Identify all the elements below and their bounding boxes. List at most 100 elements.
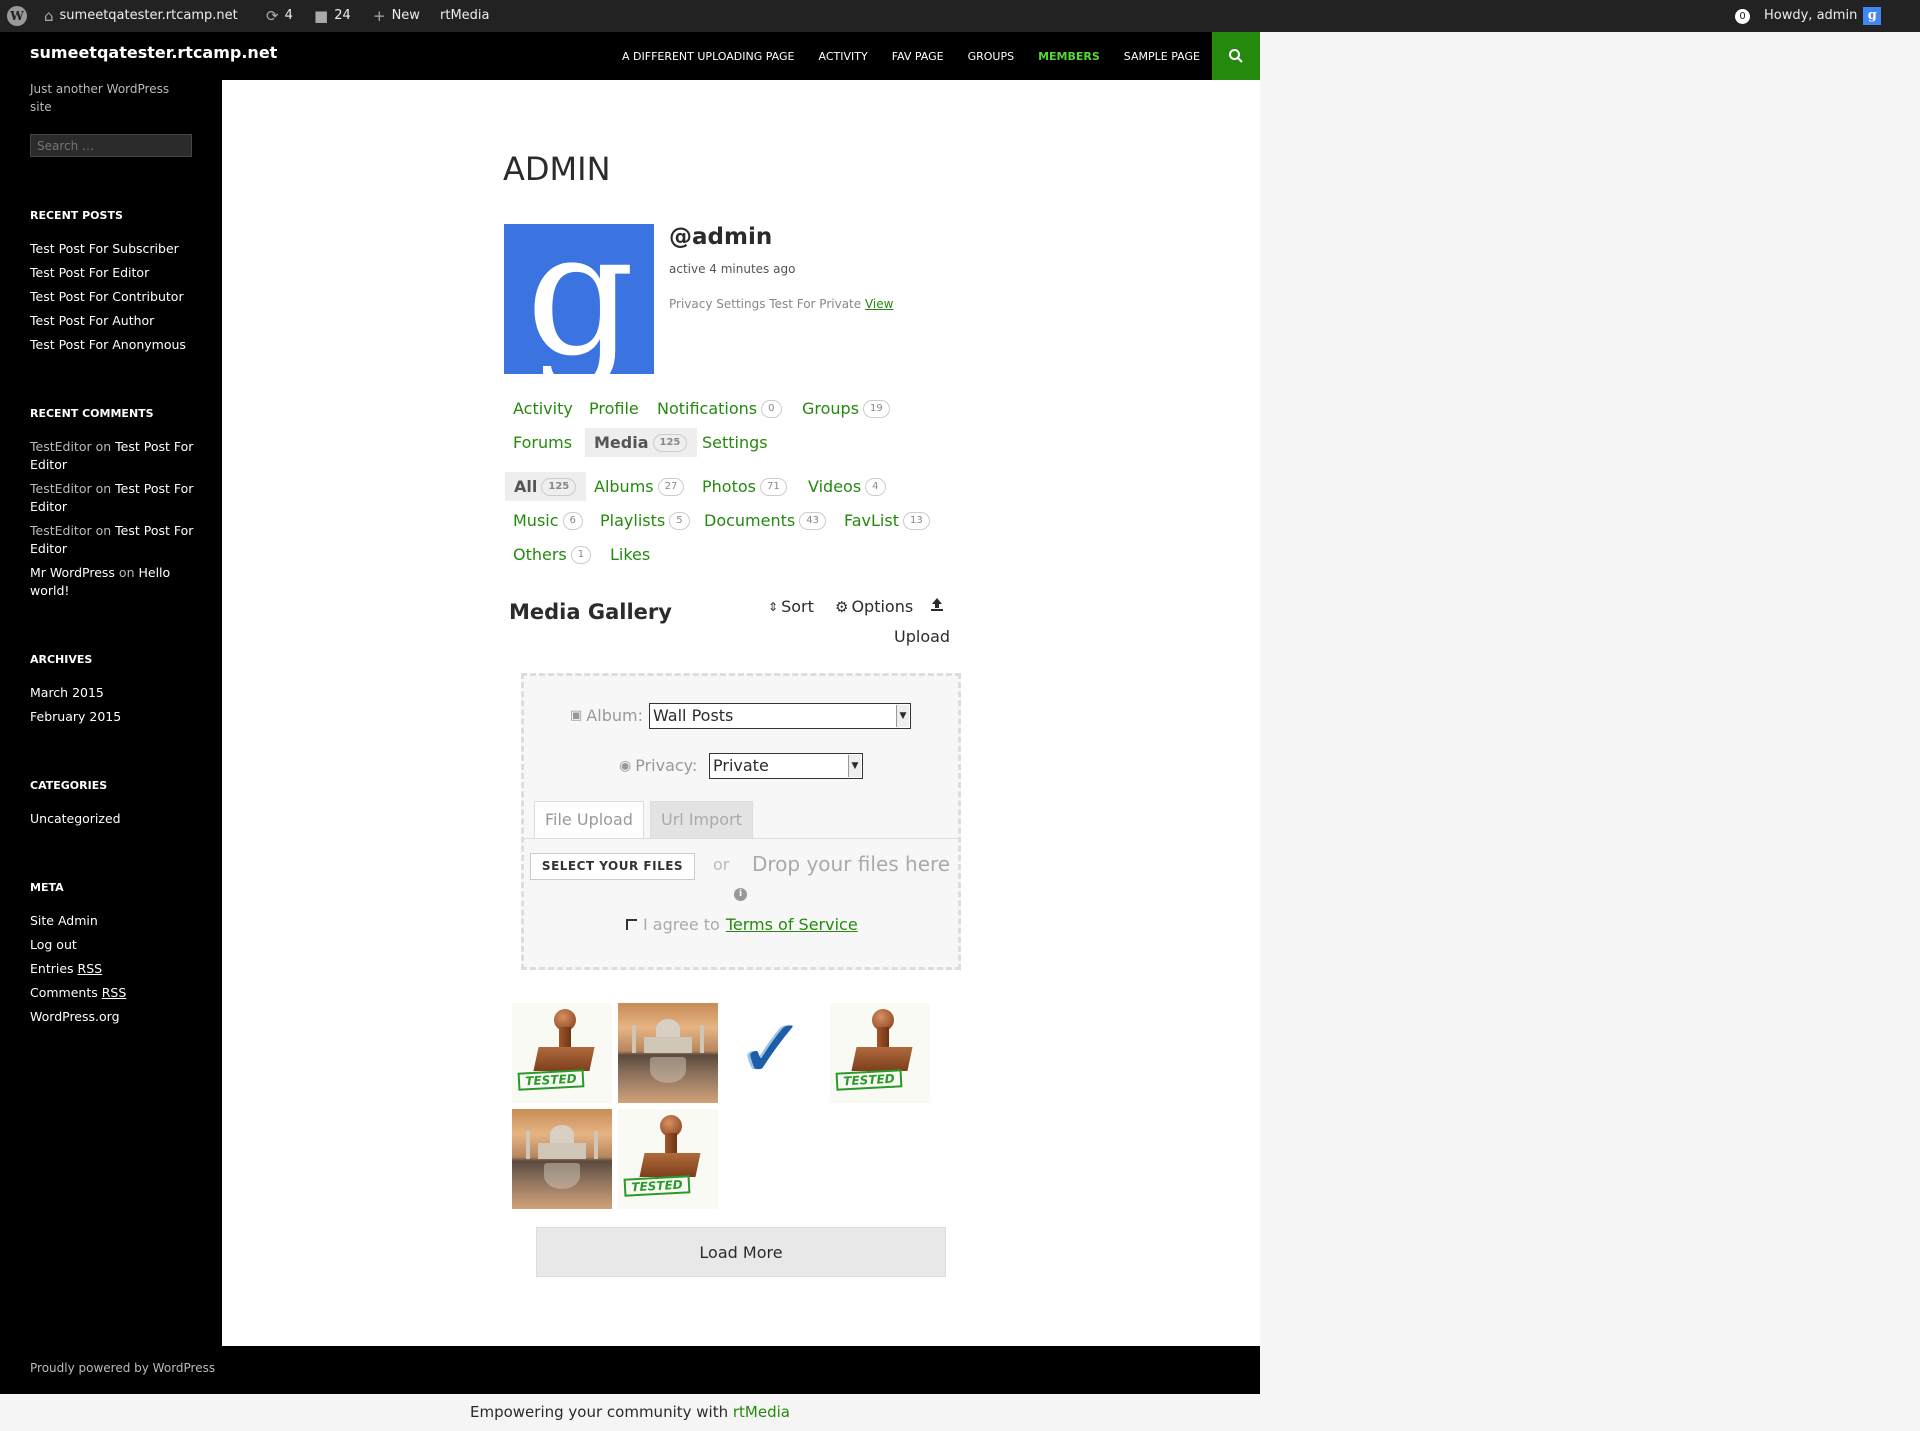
subtab-photos[interactable]: Photos 71 xyxy=(702,477,787,496)
media-thumbnail[interactable]: TESTED xyxy=(512,1003,612,1103)
adminbar-account[interactable]: Howdy, admin g xyxy=(1764,0,1882,32)
wordpress-logo-icon[interactable] xyxy=(7,0,27,32)
subtab-documents[interactable]: Documents 43 xyxy=(704,511,826,530)
tab-file-upload[interactable]: File Upload xyxy=(534,801,644,839)
wordpress-org-link[interactable]: WordPress.org xyxy=(30,1008,195,1026)
adminbar-notifications[interactable]: 0 xyxy=(1735,0,1750,32)
checkmark-icon: ✓ xyxy=(738,1003,807,1097)
album-label: ▣ Album: xyxy=(570,706,643,725)
count-badge: 125 xyxy=(652,433,688,452)
album-select[interactable]: Wall Posts ▼ xyxy=(649,703,911,729)
tab-url-import[interactable]: Url Import xyxy=(650,801,753,839)
nav-item-sample-page[interactable]: SAMPLE PAGE xyxy=(1124,50,1200,63)
drop-zone-text[interactable]: Drop your files here xyxy=(752,852,950,876)
comment-author[interactable]: TestEditor xyxy=(30,439,92,454)
nav-item-members[interactable]: MEMBERS xyxy=(1038,50,1100,63)
powered-by-link[interactable]: Proudly powered by WordPress xyxy=(30,1361,215,1375)
adminbar-rtmedia[interactable]: rtMedia xyxy=(440,0,490,32)
media-thumbnail[interactable]: TESTED xyxy=(618,1109,718,1209)
profile-handle: @admin xyxy=(669,224,773,250)
nav-item-fav-page[interactable]: FAV PAGE xyxy=(892,50,944,63)
count-badge: 13 xyxy=(902,511,930,530)
count-badge: 125 xyxy=(541,477,577,496)
adminbar-comments[interactable]: ■ 24 xyxy=(314,0,351,32)
tab-activity[interactable]: Activity xyxy=(513,399,573,418)
subtab-music[interactable]: Music 6 xyxy=(513,511,583,530)
subtab-videos[interactable]: Videos 4 xyxy=(808,477,886,496)
tab-forums[interactable]: Forums xyxy=(513,433,572,452)
terms-checkbox[interactable] xyxy=(626,919,637,930)
privacy-view-link[interactable]: View xyxy=(865,297,893,311)
log-out-link[interactable]: Log out xyxy=(30,936,195,954)
tested-label: TESTED xyxy=(517,1069,585,1091)
site-title[interactable]: sumeetqatester.rtcamp.net xyxy=(30,43,277,62)
tested-label: TESTED xyxy=(835,1069,903,1091)
categories-title: CATEGORIES xyxy=(30,779,108,792)
recent-comment: Mr WordPress on Hello world! xyxy=(30,565,171,598)
comment-author[interactable]: TestEditor xyxy=(30,481,92,496)
select-files-button[interactable]: SELECT YOUR FILES xyxy=(530,853,695,880)
recent-post-link[interactable]: Test Post For Subscriber xyxy=(30,240,195,258)
adminbar-updates[interactable]: ⟳ 4 xyxy=(266,0,293,32)
search-toggle-button[interactable] xyxy=(1212,32,1260,80)
tab-media[interactable]: Media 125 xyxy=(585,428,698,457)
subtab-others[interactable]: Others 1 xyxy=(513,545,592,564)
rtmedia-link[interactable]: rtMedia xyxy=(733,1403,790,1421)
options-button[interactable]: ⚙ Options xyxy=(835,597,913,616)
upload-button[interactable]: Upload xyxy=(894,627,950,646)
tab-notifications[interactable]: Notifications 0 xyxy=(657,399,782,418)
subtab-likes[interactable]: Likes xyxy=(610,545,650,564)
site-admin-link[interactable]: Site Admin xyxy=(30,912,195,930)
archive-link[interactable]: February 2015 xyxy=(30,708,195,726)
rtmedia-credit: Empowering your community with rtMedia xyxy=(470,1403,790,1421)
recent-comment: TestEditor on Test Post For Editor xyxy=(30,523,194,556)
subtab-playlists[interactable]: Playlists 5 xyxy=(600,511,690,530)
privacy-label: ◉ Privacy: xyxy=(619,756,698,775)
recent-post-link[interactable]: Test Post For Editor xyxy=(30,264,195,282)
subtab-albums[interactable]: Albums 27 xyxy=(594,477,685,496)
tab-settings[interactable]: Settings xyxy=(702,433,768,452)
subtab-favlist[interactable]: FavList 13 xyxy=(844,511,930,530)
tab-groups[interactable]: Groups 19 xyxy=(802,399,890,418)
count-badge: 5 xyxy=(669,511,690,530)
eye-icon: ◉ xyxy=(619,757,632,774)
recent-comment: TestEditor on Test Post For Editor xyxy=(30,481,194,514)
archives-list: March 2015 February 2015 xyxy=(30,684,195,732)
recent-post-link[interactable]: Test Post For Anonymous xyxy=(30,336,195,354)
archive-link[interactable]: March 2015 xyxy=(30,684,195,702)
nav-item-groups[interactable]: GROUPS xyxy=(968,50,1015,63)
nav-item-activity[interactable]: ACTIVITY xyxy=(819,50,868,63)
adminbar-site-link[interactable]: ⌂ sumeetqatester.rtcamp.net xyxy=(44,0,238,32)
nav-item-uploading-page[interactable]: A DIFFERENT UPLOADING PAGE xyxy=(622,50,795,63)
categories-list: Uncategorized xyxy=(30,810,195,834)
sort-icon: ⇕ xyxy=(768,599,779,614)
subtab-all[interactable]: All 125 xyxy=(505,472,587,501)
recent-post-link[interactable]: Test Post For Author xyxy=(30,312,195,330)
media-thumbnail[interactable]: ✓ xyxy=(724,1003,824,1103)
comment-author[interactable]: TestEditor xyxy=(30,523,92,538)
terms-link[interactable]: Terms of Service xyxy=(726,915,858,934)
tab-profile[interactable]: Profile xyxy=(589,399,639,418)
google-g-icon: g xyxy=(526,224,635,374)
comments-rss-link[interactable]: Comments RSS xyxy=(30,984,195,1002)
load-more-button[interactable]: Load More xyxy=(536,1227,946,1277)
recent-post-link[interactable]: Test Post For Contributor xyxy=(30,288,195,306)
privacy-select[interactable]: Private ▼ xyxy=(709,753,863,779)
comment-icon: ■ xyxy=(314,7,329,25)
sidebar-search-input[interactable] xyxy=(30,134,192,157)
adminbar-new[interactable]: + New xyxy=(373,0,420,32)
chevron-down-icon: ▼ xyxy=(896,705,909,727)
plus-icon: + xyxy=(373,7,386,25)
archives-title: ARCHIVES xyxy=(30,653,93,666)
media-thumbnail[interactable] xyxy=(618,1003,718,1103)
sort-button[interactable]: ⇕ Sort xyxy=(768,597,814,616)
page-title: ADMIN xyxy=(503,150,611,188)
info-icon[interactable]: i xyxy=(734,888,747,901)
upload-icon[interactable] xyxy=(930,597,944,612)
comment-author[interactable]: Mr WordPress xyxy=(30,565,115,580)
profile-avatar[interactable]: g xyxy=(504,224,654,374)
media-thumbnail[interactable] xyxy=(512,1109,612,1209)
media-thumbnail[interactable]: TESTED xyxy=(830,1003,930,1103)
category-link[interactable]: Uncategorized xyxy=(30,810,195,828)
entries-rss-link[interactable]: Entries RSS xyxy=(30,960,195,978)
